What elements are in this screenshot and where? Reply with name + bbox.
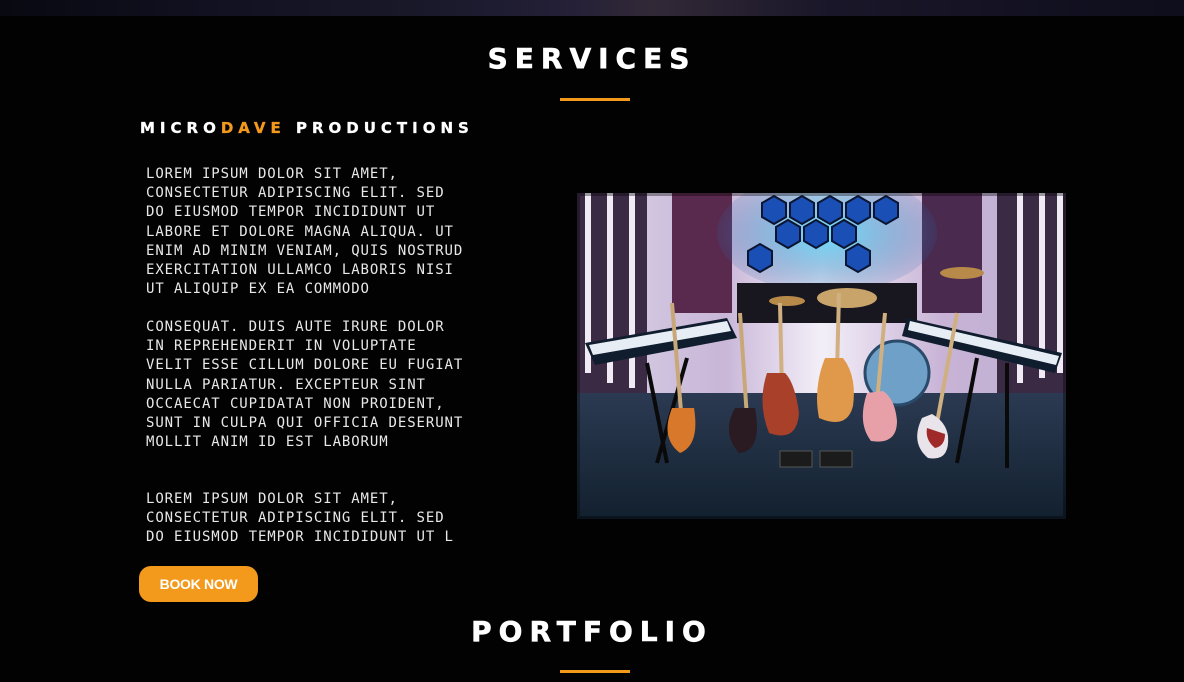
services-paragraph-2: CONSEQUAT. DUIS AUTE IRURE DOLOR IN REPR… [146,319,464,451]
header-strip [0,0,1184,16]
heading-micro: MICRO [140,119,221,137]
services-heading: MICRODAVE PRODUCTIONS [140,119,474,137]
studio-guitars-image [577,193,1066,519]
book-now-button[interactable]: BOOK NOW [139,566,258,602]
services-title-underline [560,98,630,101]
services-paragraph-1: LOREM IPSUM DOLOR SIT AMET, CONSECTETUR … [146,166,464,298]
services-title: SERVICES [487,42,697,76]
portfolio-title: PORTFOLIO [471,615,713,649]
heading-dave: DAVE [220,119,286,137]
services-paragraph-3: LOREM IPSUM DOLOR SIT AMET, CONSECTETUR … [146,491,454,546]
portfolio-title-underline [560,670,630,673]
heading-productions: PRODUCTIONS [285,119,474,137]
